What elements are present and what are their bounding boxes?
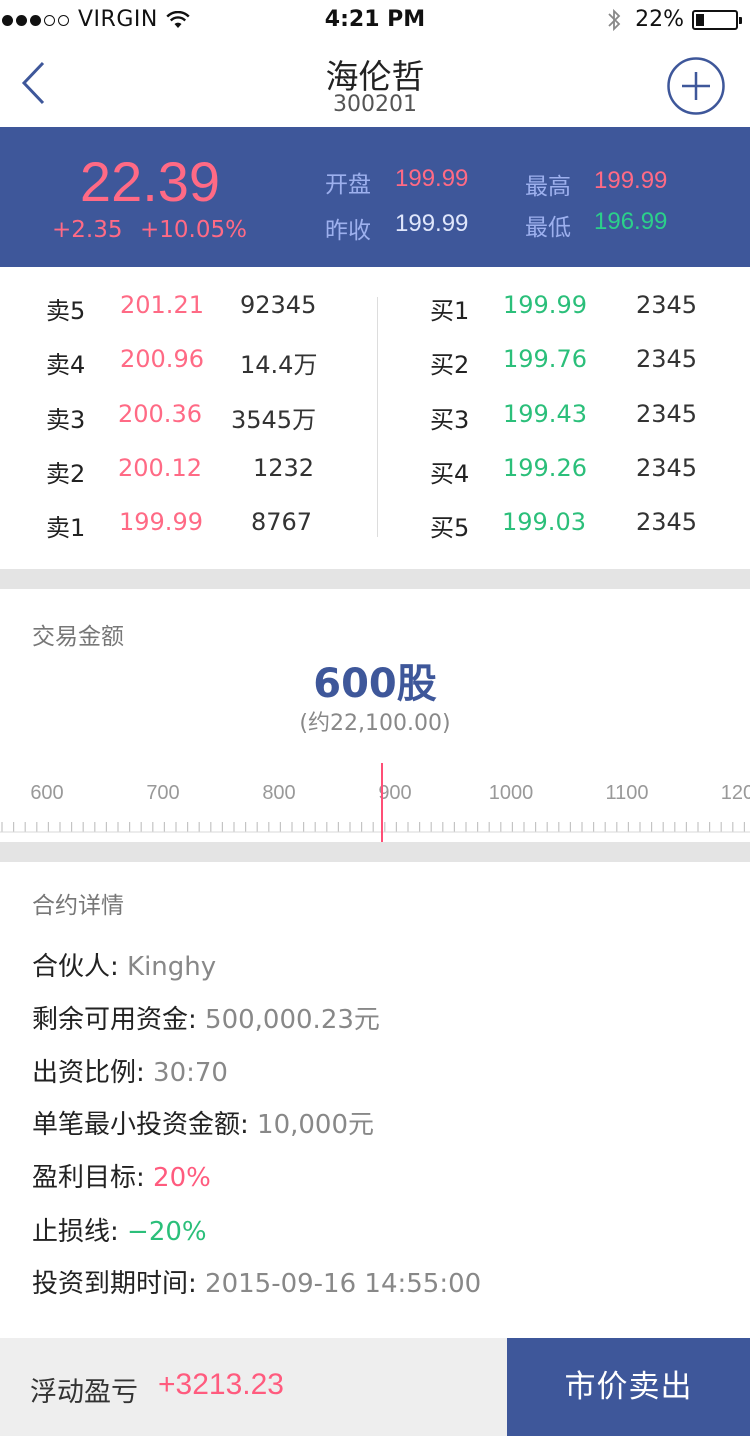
stock-code: 300201 bbox=[333, 92, 417, 117]
bluetooth-icon bbox=[608, 8, 621, 31]
bid-volume: 2345 bbox=[636, 291, 698, 319]
detail-value: 30:70 bbox=[153, 1058, 228, 1088]
bid-price: 199.99 bbox=[503, 291, 587, 319]
ask-price: 200.12 bbox=[118, 454, 202, 482]
bid-price: 199.03 bbox=[502, 508, 586, 536]
status-bar: VIRGIN 4:21 PM 22% bbox=[0, 0, 750, 40]
contract-details-section: 合约详情 合伙人: Kinghy 剩余可用资金: 500,000.23元 出资比… bbox=[0, 862, 750, 1338]
contract-details-title: 合约详情 bbox=[32, 893, 124, 919]
detail-value: 10,000元 bbox=[257, 1110, 375, 1140]
bid-price: 199.26 bbox=[503, 454, 587, 482]
detail-label: 盈利目标: bbox=[32, 1163, 154, 1193]
section-divider bbox=[0, 842, 750, 862]
detail-row-expiry: 投资到期时间: 2015-09-16 14:55:00 bbox=[32, 1263, 481, 1300]
open-label: 开盘 bbox=[325, 172, 371, 198]
detail-label: 投资到期时间: bbox=[32, 1269, 206, 1299]
ask-price: 200.96 bbox=[120, 345, 204, 373]
detail-value: 500,000.23元 bbox=[205, 1005, 380, 1035]
bid-label: 买1 bbox=[430, 297, 470, 325]
trade-amount-title: 交易金额 bbox=[32, 624, 124, 650]
ask-label: 卖5 bbox=[46, 297, 86, 325]
floating-pnl-label: 浮动盈亏 bbox=[30, 1377, 138, 1408]
prev-close-value: 199.99 bbox=[395, 210, 469, 237]
bid-volume: 2345 bbox=[636, 508, 698, 536]
plus-circle-icon[interactable] bbox=[666, 56, 726, 116]
price-change: +2.35 bbox=[52, 217, 123, 243]
detail-row-profit-target: 盈利目标: 20% bbox=[32, 1157, 211, 1194]
ruler-tick-label: 1000 bbox=[489, 782, 534, 804]
quote-panel: 22.39 +2.35 +10.05% 开盘 199.99 昨收 199.99 … bbox=[0, 127, 750, 267]
battery-percent: 22% bbox=[635, 7, 684, 32]
detail-row-ratio: 出资比例: 30:70 bbox=[32, 1052, 228, 1089]
quantity-ruler-slider[interactable]: 600 700 800 900 1000 1100 1200 bbox=[0, 749, 750, 842]
battery-fill bbox=[696, 13, 705, 26]
ruler-tick-label: 600 bbox=[30, 782, 63, 804]
high-value: 199.99 bbox=[594, 167, 668, 194]
section-divider bbox=[0, 569, 750, 589]
ask-label: 卖2 bbox=[46, 460, 86, 488]
battery-icon bbox=[692, 9, 742, 30]
bid-price: 199.76 bbox=[503, 345, 587, 373]
ask-volume: 14.4万 bbox=[240, 351, 318, 379]
ask-volume: 92345 bbox=[240, 291, 317, 319]
stock-name: 海伦哲 bbox=[325, 57, 425, 96]
ask-label: 卖3 bbox=[46, 406, 86, 434]
ruler-tick-label: 1200 bbox=[721, 782, 750, 804]
bid-volume: 2345 bbox=[636, 400, 698, 428]
detail-row-partner: 合伙人: Kinghy bbox=[32, 946, 216, 983]
detail-value: 2015-09-16 14:55:00 bbox=[205, 1269, 482, 1299]
ask-volume: 1232 bbox=[253, 454, 315, 482]
bottom-bar: 浮动盈亏 +3213.23 市价卖出 bbox=[0, 1338, 750, 1436]
detail-row-stop-loss: 止损线: −20% bbox=[32, 1211, 207, 1248]
bid-volume: 2345 bbox=[636, 345, 698, 373]
detail-row-available-funds: 剩余可用资金: 500,000.23元 bbox=[32, 999, 380, 1036]
order-book-divider bbox=[377, 297, 378, 537]
bid-label: 买3 bbox=[430, 406, 470, 434]
open-value: 199.99 bbox=[395, 165, 469, 192]
current-price: 22.39 bbox=[79, 150, 221, 213]
market-sell-button[interactable]: 市价卖出 bbox=[507, 1338, 750, 1436]
ask-label: 卖4 bbox=[46, 351, 86, 379]
detail-row-min-investment: 单笔最小投资金额: 10,000元 bbox=[32, 1104, 374, 1141]
detail-value: 20% bbox=[153, 1163, 211, 1193]
detail-label: 出资比例: bbox=[32, 1058, 154, 1088]
ruler-tick-label: 1100 bbox=[605, 782, 648, 804]
ask-price: 199.99 bbox=[119, 508, 203, 536]
prev-close-label: 昨收 bbox=[325, 218, 371, 244]
bid-label: 买4 bbox=[430, 460, 470, 488]
bid-label: 买2 bbox=[430, 351, 470, 379]
detail-label: 止损线: bbox=[32, 1217, 128, 1247]
detail-label: 合伙人: bbox=[32, 952, 128, 982]
bid-price: 199.43 bbox=[503, 400, 587, 428]
nav-bar: 海伦哲 300201 bbox=[0, 40, 750, 127]
approx-amount: (约22,100.00) bbox=[299, 711, 451, 736]
bid-volume: 2345 bbox=[636, 454, 698, 482]
detail-value: Kinghy bbox=[127, 952, 217, 982]
price-change-percent: +10.05% bbox=[140, 217, 247, 243]
detail-label: 单笔最小投资金额: bbox=[32, 1110, 258, 1140]
ruler-tick-label: 900 bbox=[378, 782, 411, 804]
bid-label: 买5 bbox=[430, 514, 470, 542]
detail-label: 剩余可用资金: bbox=[32, 1005, 206, 1035]
ask-price: 200.36 bbox=[118, 400, 202, 428]
ask-price: 201.21 bbox=[120, 291, 204, 319]
order-book: 卖5 201.21 92345 卖4 200.96 14.4万 卖3 200.3… bbox=[0, 267, 750, 569]
ruler-tick-label: 800 bbox=[262, 782, 295, 804]
ask-volume: 3545万 bbox=[231, 406, 317, 434]
ask-label: 卖1 bbox=[46, 514, 86, 542]
floating-pnl-value: +3213.23 bbox=[158, 1368, 284, 1401]
ruler-tick-label: 700 bbox=[146, 782, 179, 804]
detail-value: −20% bbox=[127, 1217, 207, 1247]
low-label: 最低 bbox=[525, 215, 571, 241]
trade-amount-section: 交易金额 600股 (约22,100.00) 600 700 800 900 1000 1… bbox=[0, 589, 750, 842]
ask-volume: 8767 bbox=[251, 508, 313, 536]
high-label: 最高 bbox=[525, 174, 571, 200]
share-quantity: 600股 bbox=[313, 661, 437, 707]
low-value: 196.99 bbox=[594, 208, 668, 235]
